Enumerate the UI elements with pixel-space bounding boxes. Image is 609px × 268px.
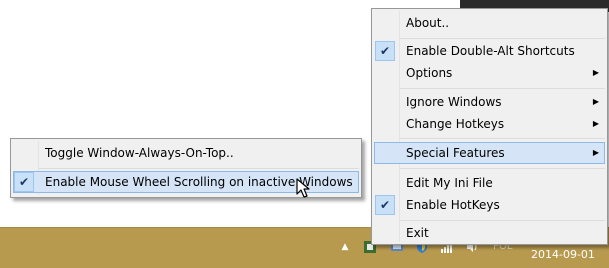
show-hidden-icons-icon[interactable]: ▲ bbox=[340, 241, 350, 253]
menu-separator bbox=[400, 38, 605, 39]
menu-separator bbox=[39, 168, 359, 169]
menu-item-label: Exit bbox=[406, 226, 429, 240]
submenu-arrow-icon: ▶ bbox=[592, 148, 599, 157]
mouse-pointer-icon bbox=[296, 178, 310, 198]
submenu-arrow-icon: ▶ bbox=[592, 119, 599, 128]
checkmark-icon: ✔ bbox=[375, 41, 395, 61]
menu-item-exit[interactable]: Exit bbox=[374, 222, 605, 244]
menu-item-label: Enable HotKeys bbox=[406, 198, 500, 212]
menu-item-label: Toggle Window-Always-On-Top.. bbox=[45, 146, 234, 160]
menu-item-label: Ignore Windows bbox=[406, 95, 502, 109]
menu-item-label: About.. bbox=[406, 16, 450, 30]
submenu-arrow-icon: ▶ bbox=[592, 68, 599, 77]
tray-context-menu: About.. ✔ Enable Double-Alt Shortcuts Op… bbox=[371, 8, 608, 245]
checkmark-icon: ✔ bbox=[375, 195, 395, 215]
menu-item-toggle-always-on-top[interactable]: Toggle Window-Always-On-Top.. bbox=[13, 142, 359, 164]
menu-item-label: Edit My Ini File bbox=[406, 176, 493, 190]
clock-date[interactable]: 2014-09-01 bbox=[531, 249, 595, 261]
menu-item-edit-ini-file[interactable]: Edit My Ini File bbox=[374, 172, 605, 194]
submenu-arrow-icon: ▶ bbox=[592, 97, 599, 106]
menu-item-ignore-windows[interactable]: Ignore Windows ▶ bbox=[374, 91, 605, 113]
menu-separator bbox=[400, 168, 605, 169]
menu-item-about[interactable]: About.. bbox=[374, 12, 605, 34]
checkmark-icon: ✔ bbox=[14, 172, 34, 192]
menu-item-enable-double-alt-shortcuts[interactable]: ✔ Enable Double-Alt Shortcuts bbox=[374, 40, 605, 62]
menu-item-label: Change Hotkeys bbox=[406, 117, 505, 131]
menu-item-label: Options bbox=[406, 66, 453, 80]
menu-item-change-hotkeys[interactable]: Change Hotkeys ▶ bbox=[374, 113, 605, 135]
menu-item-label: Enable Double-Alt Shortcuts bbox=[406, 44, 575, 58]
menu-separator bbox=[400, 138, 605, 139]
menu-separator bbox=[400, 88, 605, 89]
menu-item-label: Special Features bbox=[406, 146, 505, 160]
menu-item-enable-hotkeys[interactable]: ✔ Enable HotKeys bbox=[374, 194, 605, 216]
menu-separator bbox=[400, 220, 605, 221]
menu-item-options[interactable]: Options ▶ bbox=[374, 62, 605, 84]
menu-item-special-features[interactable]: Special Features ▶ bbox=[374, 142, 605, 164]
